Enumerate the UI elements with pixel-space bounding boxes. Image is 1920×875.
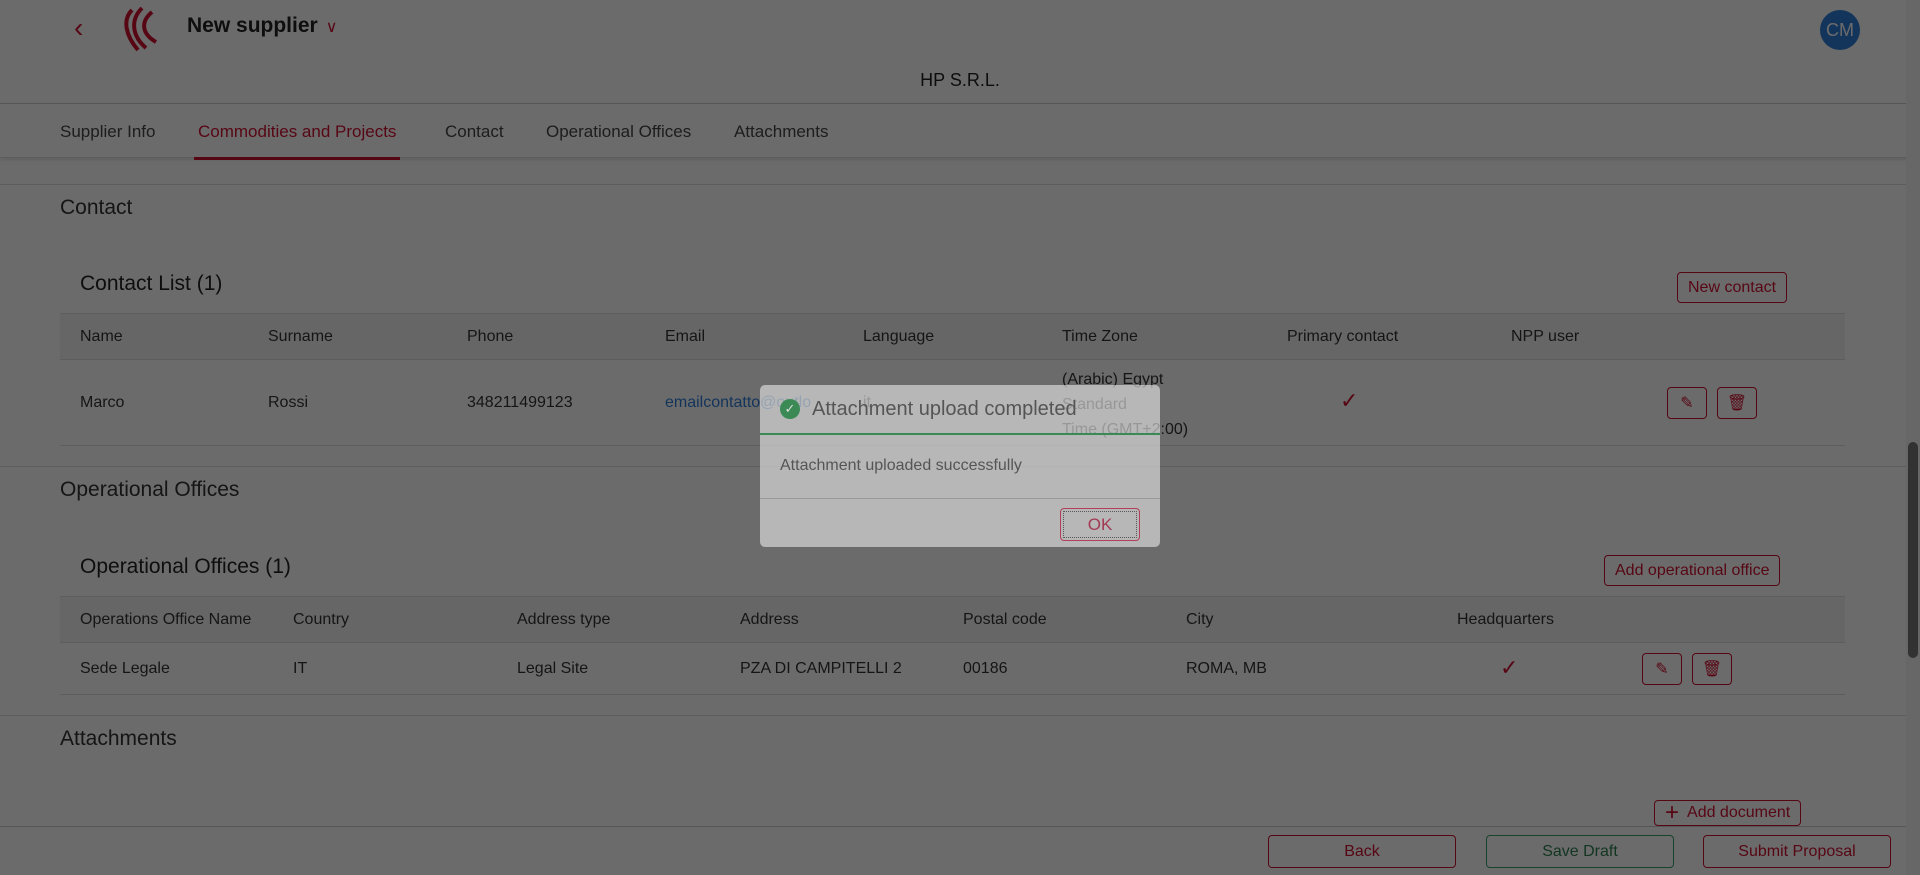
tab-commodities-and-projects[interactable]: Commodities and Projects: [193, 122, 401, 160]
tab-bar: Supplier Info Commodities and Projects C…: [0, 104, 1920, 160]
column-header: Phone: [467, 328, 514, 345]
page-dimmed-behind-modal: ‹ New supplier ∨ CM HP S.R.L. Supplier In…: [0, 0, 1920, 875]
tab-operational-offices[interactable]: Operational Offices: [546, 122, 691, 142]
add-operational-office-button[interactable]: Add operational office: [1604, 555, 1781, 586]
tab-contact[interactable]: Contact: [445, 122, 504, 142]
company-name: HP S.R.L.: [920, 70, 1000, 90]
chevron-down-icon: ∨: [325, 19, 338, 36]
contact-language: it: [863, 394, 871, 411]
page-title-dropdown[interactable]: New supplier ∨: [187, 14, 337, 38]
submit-proposal-button[interactable]: Submit Proposal: [1703, 835, 1891, 868]
footer-bar: Back Save Draft Submit Proposal: [0, 826, 1906, 875]
headquarters-check-icon: ✓: [1500, 655, 1519, 680]
office-city: ROMA, MB: [1186, 660, 1267, 677]
contact-name: Marco: [80, 394, 125, 411]
plus-icon: +: [1665, 799, 1680, 826]
office-address: PZA DI CAMPITELLI 2: [740, 660, 902, 677]
divider: [0, 466, 1906, 467]
contact-phone: 348211499123: [467, 394, 573, 411]
delete-trash-icon[interactable]: 🗑: [1717, 387, 1757, 419]
office-name: Sede Legale: [80, 660, 170, 677]
contact-section-title: Contact: [60, 196, 133, 219]
tz-line: Time (GMT+2:00): [1062, 421, 1189, 438]
column-header: Primary contact: [1287, 328, 1399, 345]
add-document-button[interactable]: + Add document: [1654, 799, 1802, 826]
divider: [0, 715, 1906, 716]
scrollbar-thumb[interactable]: [1908, 442, 1918, 658]
table-row: Sede Legale IT Legal Site PZA DI CAMPITE…: [60, 643, 1845, 695]
offices-table-header: Operations Office Name Country Address t…: [60, 596, 1845, 643]
column-header: Address type: [517, 611, 611, 628]
column-header: Address: [740, 611, 799, 628]
scrollbar-track[interactable]: [1906, 0, 1920, 875]
delete-trash-icon[interactable]: 🗑: [1692, 653, 1732, 685]
column-header: Surname: [268, 328, 333, 345]
contact-table-header: Name Surname Phone Email Language Time Z…: [60, 313, 1845, 360]
back-button[interactable]: Back: [1268, 835, 1456, 868]
page-title: New supplier: [187, 14, 318, 37]
edit-pencil-icon[interactable]: ✎: [1667, 387, 1707, 419]
column-header: Headquarters: [1457, 611, 1554, 628]
offices-section-title: Operational Offices: [60, 478, 240, 501]
office-country: IT: [293, 660, 308, 677]
app-header: ‹ New supplier ∨ CM HP S.R.L.: [0, 0, 1920, 104]
offices-list-title: Operational Offices (1): [80, 555, 291, 578]
tab-supplier-info[interactable]: Supplier Info: [60, 122, 155, 142]
column-header: Postal code: [963, 611, 1047, 628]
column-header: Country: [293, 611, 350, 628]
contact-time-zone: (Arabic) Egypt Standard Time (GMT+2:00): [1062, 367, 1188, 442]
column-header: Name: [80, 328, 123, 345]
tab-attachments[interactable]: Attachments: [734, 122, 829, 142]
column-header: City: [1186, 611, 1214, 628]
office-postal-code: 00186: [963, 660, 1008, 677]
edit-pencil-icon[interactable]: ✎: [1642, 653, 1682, 685]
column-header: Time Zone: [1062, 328, 1138, 345]
column-header: Operations Office Name: [80, 611, 252, 628]
table-row: Marco Rossi 348211499123 emailcontatto@o…: [60, 360, 1845, 446]
column-header: Email: [665, 328, 706, 345]
contact-email[interactable]: emailcontatto@outlo: [665, 394, 811, 412]
ok-button[interactable]: OK: [1060, 508, 1140, 541]
primary-check-icon: ✓: [1340, 388, 1359, 413]
tz-line: (Arabic) Egypt: [1062, 371, 1164, 388]
attachments-section-title: Attachments: [60, 727, 177, 750]
add-document-label: Add document: [1687, 804, 1791, 821]
office-address-type: Legal Site: [517, 660, 589, 677]
avatar[interactable]: CM: [1820, 10, 1860, 50]
back-chevron-icon[interactable]: ‹: [74, 12, 83, 44]
tz-line: Standard: [1062, 396, 1127, 413]
company-logo: [124, 6, 158, 52]
save-draft-button[interactable]: Save Draft: [1486, 835, 1674, 868]
column-header: NPP user: [1511, 328, 1580, 345]
contact-surname: Rossi: [268, 394, 309, 411]
divider: [0, 184, 1906, 185]
column-header: Language: [863, 328, 935, 345]
contact-list-title: Contact List (1): [80, 272, 223, 295]
new-contact-button[interactable]: New contact: [1677, 272, 1788, 303]
